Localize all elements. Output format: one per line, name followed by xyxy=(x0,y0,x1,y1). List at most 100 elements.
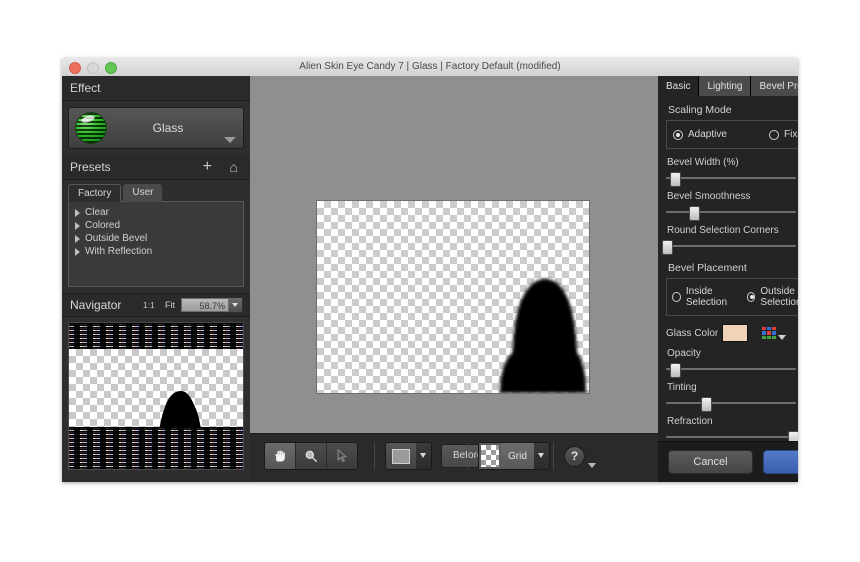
slider-track[interactable] xyxy=(666,205,796,221)
opacity-label: Opacity xyxy=(667,348,701,359)
preset-label: Clear xyxy=(85,207,109,218)
tab-lighting[interactable]: Lighting xyxy=(699,76,751,96)
radio-outside-selection[interactable]: Outside Selection xyxy=(746,286,798,308)
tab-basic[interactable]: Basic xyxy=(658,76,699,96)
effect-selector[interactable]: Glass xyxy=(68,107,244,149)
grid-button[interactable]: Grid xyxy=(478,442,550,470)
preview-mode-dropdown-icon[interactable] xyxy=(416,443,431,469)
chevron-right-icon[interactable] xyxy=(75,208,80,217)
zoom-level-input[interactable]: 58.7% xyxy=(181,298,229,312)
list-item[interactable]: With Reflection xyxy=(69,245,243,258)
settings-footer: Cancel OK xyxy=(658,441,798,482)
radio-label: Inside Selection xyxy=(685,286,728,308)
bevel-width-label: Bevel Width (%) xyxy=(667,157,739,168)
close-icon[interactable] xyxy=(69,62,81,74)
radio-label: Outside Selection xyxy=(760,286,798,308)
left-sidebar: Effect Glass Presets + ⌂ Factory User Cl… xyxy=(62,76,250,482)
slider-track[interactable] xyxy=(666,396,796,412)
tool-segment[interactable] xyxy=(264,442,358,470)
radio-icon xyxy=(673,129,683,140)
toolbar-divider xyxy=(467,443,468,469)
radio-icon xyxy=(769,129,779,140)
zoom-tool-icon[interactable] xyxy=(296,443,327,469)
presets-section-label: Presets xyxy=(70,160,111,174)
navigator-thumbnail[interactable] xyxy=(68,322,244,470)
list-item[interactable]: Colored xyxy=(69,219,243,232)
slider-knob[interactable] xyxy=(669,363,681,378)
tab-bevel-profile[interactable]: Bevel Profile xyxy=(751,76,798,96)
radio-fixed[interactable]: Fixed xyxy=(769,129,798,140)
round-corners-slider[interactable]: 0 xyxy=(662,239,798,255)
slider-knob[interactable] xyxy=(669,172,681,187)
slider-track[interactable] xyxy=(666,362,796,378)
pointer-tool-icon[interactable] xyxy=(327,443,357,469)
bevel-smoothness-label: Bevel Smoothness xyxy=(667,191,751,202)
ok-button[interactable]: OK xyxy=(763,450,798,474)
navigator-noise-top xyxy=(69,323,243,349)
scaling-mode-label: Scaling Mode xyxy=(668,104,732,116)
chevron-right-icon[interactable] xyxy=(75,247,80,256)
chevron-down-icon[interactable] xyxy=(224,137,236,143)
radio-icon xyxy=(672,292,681,302)
canvas-area: Before Grid ? xyxy=(250,76,658,482)
refraction-label: Refraction xyxy=(667,416,713,427)
zoom-level-dropdown-icon[interactable] xyxy=(229,297,243,313)
list-item[interactable]: Clear xyxy=(69,206,243,219)
settings-tabs: Basic Lighting Bevel Profile xyxy=(658,76,798,96)
slider-knob[interactable] xyxy=(662,240,673,255)
help-dropdown-icon[interactable] xyxy=(588,463,596,468)
slider-knob[interactable] xyxy=(689,206,701,221)
opacity-value: 5 xyxy=(796,364,798,375)
glass-color-row: Glass Color xyxy=(666,324,798,342)
grid-label: Grid xyxy=(501,443,534,469)
bevel-smoothness-value: 20.60 xyxy=(796,207,798,218)
zoom-1to1-button[interactable]: 1:1 xyxy=(143,301,155,310)
window-controls[interactable] xyxy=(69,62,117,74)
add-preset-icon[interactable]: + xyxy=(203,155,212,179)
slider-track[interactable] xyxy=(666,171,796,187)
image-canvas[interactable] xyxy=(316,200,590,394)
home-preset-icon[interactable]: ⌂ xyxy=(230,155,238,179)
preset-list[interactable]: Clear Colored Outside Bevel With Reflect… xyxy=(68,201,244,287)
help-icon[interactable]: ? xyxy=(564,445,585,467)
color-picker-icon[interactable] xyxy=(762,327,776,339)
preset-label: Outside Bevel xyxy=(85,233,148,244)
scaling-mode-group: Adaptive Fixed xyxy=(666,120,798,149)
minimize-icon[interactable] xyxy=(87,62,99,74)
canvas-toolbar: Before Grid ? xyxy=(250,433,658,482)
screenshot-root: Alien Skin Eye Candy 7 | Glass | Factory… xyxy=(0,0,860,562)
opacity-slider[interactable]: 5 xyxy=(666,362,798,378)
radio-label: Adaptive xyxy=(688,129,727,140)
preview-mode-button[interactable] xyxy=(385,442,432,470)
checkerboard-icon xyxy=(479,443,501,469)
bevel-smoothness-slider[interactable]: 20.60 xyxy=(666,205,798,221)
effect-section-header: Effect xyxy=(62,76,250,101)
tab-user[interactable]: User xyxy=(123,184,163,202)
settings-panel: Basic Lighting Bevel Profile Scaling Mod… xyxy=(658,76,798,482)
bevel-placement-label: Bevel Placement xyxy=(668,262,747,274)
list-item[interactable]: Outside Bevel xyxy=(69,232,243,245)
bevel-width-slider[interactable]: 6.05 xyxy=(666,171,798,187)
glass-color-label: Glass Color xyxy=(666,327,719,339)
tool-group xyxy=(264,442,358,470)
glass-color-swatch[interactable] xyxy=(722,324,748,342)
radio-inside-selection[interactable]: Inside Selection xyxy=(672,286,747,308)
application-window: Alien Skin Eye Candy 7 | Glass | Factory… xyxy=(62,58,798,482)
radio-adaptive[interactable]: Adaptive xyxy=(673,129,769,140)
slider-knob[interactable] xyxy=(701,397,712,412)
color-picker-dropdown-icon[interactable] xyxy=(778,334,786,340)
zoom-icon[interactable] xyxy=(105,62,117,74)
tinting-slider[interactable]: 30 xyxy=(666,396,798,412)
presets-tabs: Factory User xyxy=(68,184,244,202)
tinting-label: Tinting xyxy=(667,382,697,393)
slider-track[interactable] xyxy=(662,239,796,255)
hand-tool-icon[interactable] xyxy=(265,443,296,469)
chevron-right-icon[interactable] xyxy=(75,221,80,230)
tab-factory[interactable]: Factory xyxy=(68,184,122,202)
zoom-fit-button[interactable]: Fit xyxy=(165,300,175,310)
chevron-right-icon[interactable] xyxy=(75,234,80,243)
image-silhouette xyxy=(500,279,586,393)
effect-selected-label: Glass xyxy=(152,121,184,135)
round-corners-value: 0 xyxy=(796,241,798,252)
cancel-button[interactable]: Cancel xyxy=(668,450,753,474)
